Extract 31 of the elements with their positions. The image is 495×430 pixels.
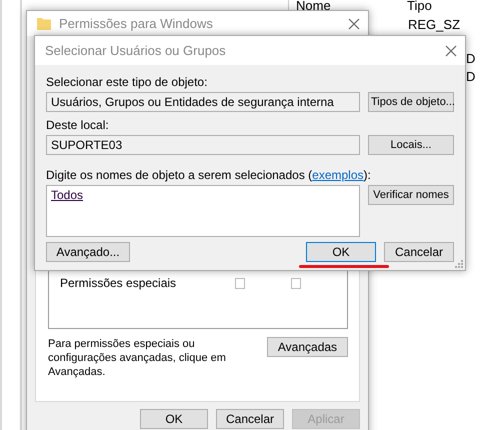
window-title: Permissões para Windows xyxy=(59,16,214,31)
column-header[interactable]: Nome xyxy=(296,0,331,13)
locations-button[interactable]: Locais... xyxy=(368,135,454,155)
advanced-button[interactable]: Avançadas xyxy=(266,337,348,357)
field-label: Deste local: xyxy=(46,118,110,132)
object-type-field[interactable]: Usuários, Grupos ou Entidades de segurança interna xyxy=(46,92,360,112)
deny-checkbox[interactable] xyxy=(290,278,301,288)
table-cell: REG_SZ xyxy=(408,17,460,32)
check-names-button[interactable]: Verificar nomes xyxy=(368,185,454,205)
table-cell: D xyxy=(466,69,476,84)
advanced-button[interactable]: Avançado... xyxy=(46,242,130,262)
table-cell: D xyxy=(466,51,476,66)
dialog-button[interactable]: OK xyxy=(140,409,208,429)
object-types-button[interactable]: Tipos de objeto... xyxy=(368,92,454,112)
allow-checkbox[interactable] xyxy=(234,278,245,288)
cancel-button[interactable]: Cancelar xyxy=(384,242,454,262)
close-icon[interactable] xyxy=(445,44,457,56)
field-label: Digite os nomes de objeto a serem selecionados (exemplos): xyxy=(46,168,372,182)
permission-label: Permissões especiais xyxy=(60,276,178,290)
dialog-title: Selecionar Usuários ou Grupos xyxy=(45,43,227,58)
location-field[interactable]: SUPORTE03 xyxy=(46,135,360,155)
dialog-button[interactable]: Cancelar xyxy=(216,409,284,429)
close-icon[interactable] xyxy=(348,18,360,30)
advanced-note: Para permissões especiais ou configurações avançadas, clique em Avançadas. xyxy=(48,337,227,379)
resize-grip-icon[interactable] xyxy=(455,260,463,268)
folder-icon xyxy=(37,17,51,30)
field-label: Selecionar este tipo de objeto: xyxy=(46,75,208,89)
ok-button[interactable]: OK xyxy=(306,242,376,262)
names-field[interactable]: Todos xyxy=(46,185,360,237)
examples-link[interactable]: exemplos xyxy=(312,168,364,182)
column-header[interactable]: Tipo xyxy=(407,0,432,13)
